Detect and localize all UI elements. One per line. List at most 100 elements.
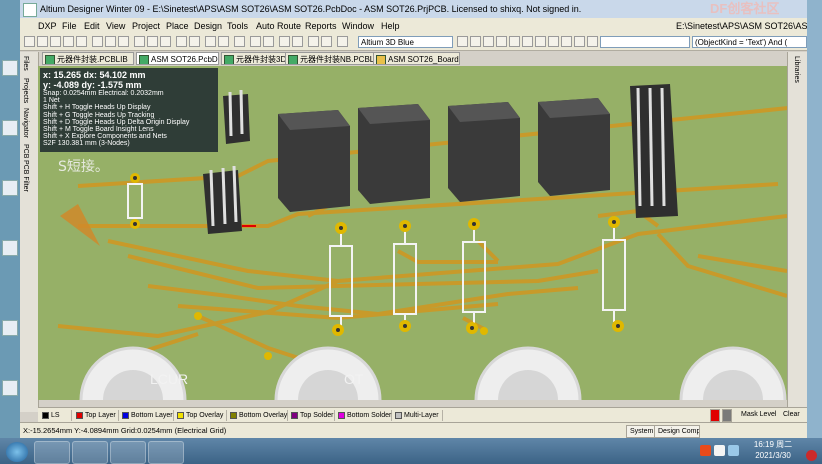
new-icon[interactable] <box>24 36 35 47</box>
via-icon[interactable] <box>483 36 494 47</box>
save-icon[interactable] <box>50 36 61 47</box>
network-icon[interactable] <box>728 445 739 456</box>
layer-tab-top-overlay[interactable]: Top Overlay <box>175 410 227 421</box>
menu-view[interactable]: View <box>106 18 125 34</box>
hud-net: 1 Net <box>43 97 60 105</box>
desktop-icon[interactable] <box>2 380 18 396</box>
layer-swatch <box>291 412 298 419</box>
preview-icon[interactable] <box>76 36 87 47</box>
tab-pcbdoc[interactable]: ASM SOT26.PcbDoc <box>136 52 219 65</box>
menu-project[interactable]: Project <box>132 18 160 34</box>
desktop-icon[interactable] <box>2 320 18 336</box>
room-icon[interactable] <box>587 36 598 47</box>
select-icon[interactable] <box>176 36 187 47</box>
copy-icon[interactable] <box>147 36 158 47</box>
menu-reports[interactable]: Reports <box>305 18 337 34</box>
clear-icon[interactable] <box>234 36 245 47</box>
hud-shortcut: Shift + X Explore Components and Nets <box>43 133 167 141</box>
cross-select-icon[interactable] <box>218 36 229 47</box>
layer-swatch <box>177 412 184 419</box>
layer-select-icon[interactable] <box>722 409 732 422</box>
layer-tab-ls[interactable]: LS <box>40 410 72 421</box>
taskbar-wechat[interactable] <box>148 441 184 464</box>
redo-icon[interactable] <box>263 36 274 47</box>
menu-design[interactable]: Design <box>194 18 222 34</box>
tab-board-sch[interactable]: ASM SOT26_Board.Sch <box>373 52 460 65</box>
mask-level-button[interactable]: Mask Level <box>738 409 779 420</box>
filter-select[interactable] <box>600 36 690 48</box>
deselect-icon[interactable] <box>189 36 200 47</box>
panel-tab-projects[interactable]: Projects <box>22 78 29 103</box>
panel-tab-pcb[interactable]: PCB <box>22 144 29 158</box>
query-select[interactable]: (ObjectKind = 'Text') And ( <box>692 36 807 48</box>
pcb-3d-canvas[interactable]: LCUR OT S短接。 x: 15.265 dx: 54.102 mm y: … <box>38 66 787 400</box>
panel-tab-libraries[interactable]: Libraries <box>793 56 800 83</box>
layer-swatch <box>230 412 237 419</box>
tab-footprint-lib[interactable]: 元器件封装.PCBLIB <box>42 52 134 65</box>
coordinate-icon[interactable] <box>574 36 585 47</box>
pen-icon[interactable] <box>308 36 319 47</box>
undo-icon[interactable] <box>250 36 261 47</box>
layer-tab-multi-layer[interactable]: Multi-Layer <box>393 410 443 421</box>
menu-window[interactable]: Window <box>342 18 374 34</box>
layer-tab-bottom-overlay[interactable]: Bottom Overlay <box>228 410 288 421</box>
open-icon[interactable] <box>37 36 48 47</box>
panel-tab-navigator[interactable]: Navigator <box>22 108 29 138</box>
design-compiler-button[interactable]: Design Compiler <box>654 425 700 438</box>
menu-file[interactable]: File <box>62 18 77 34</box>
desktop-icon[interactable] <box>2 120 18 136</box>
clear-button[interactable]: Clear <box>780 409 803 420</box>
layer-tab-top-layer[interactable]: Top Layer <box>74 410 119 421</box>
cut-icon[interactable] <box>134 36 145 47</box>
menu-auto-route[interactable]: Auto Route <box>256 18 301 34</box>
move-icon[interactable] <box>205 36 216 47</box>
system-button[interactable]: System <box>626 425 658 438</box>
arc-icon[interactable] <box>470 36 481 47</box>
fill-icon[interactable] <box>509 36 520 47</box>
polygon-icon[interactable] <box>535 36 546 47</box>
pad-icon[interactable] <box>496 36 507 47</box>
browse-icon[interactable] <box>292 36 303 47</box>
component-icon[interactable] <box>548 36 559 47</box>
print-icon[interactable] <box>63 36 74 47</box>
paste-icon[interactable] <box>160 36 171 47</box>
string-icon[interactable] <box>522 36 533 47</box>
help-icon[interactable] <box>337 36 348 47</box>
menu-dxp[interactable]: DXP <box>38 18 57 34</box>
status-coordinates: X:-15.2654mm Y:-4.0894mm Grid:0.0254mm (… <box>23 426 227 435</box>
zoom-fit-icon[interactable] <box>105 36 116 47</box>
tab-footprint-nb-lib[interactable]: 元器件封装NB.PCBLIB <box>285 52 379 65</box>
desktop-icon[interactable] <box>2 240 18 256</box>
title-bar: Altium Designer Winter 09 - E:\Sinetest\… <box>20 0 807 18</box>
dimension-icon[interactable] <box>561 36 572 47</box>
layer-tab-bottom-solder[interactable]: Bottom Solder <box>336 410 392 421</box>
zoom-area-icon[interactable] <box>92 36 103 47</box>
clock[interactable]: 16:19 周二 2021/3/30 <box>744 439 802 463</box>
desktop-icon[interactable] <box>2 60 18 76</box>
desktop-icon[interactable] <box>2 180 18 196</box>
panel-tab-pcb-filter[interactable]: PCB Filter <box>22 160 29 192</box>
menu-edit[interactable]: Edit <box>84 18 100 34</box>
hud-x: x: 15.265 dx: 54.102 mm <box>43 70 146 80</box>
menu-tools[interactable]: Tools <box>227 18 248 34</box>
layer-tab-top-solder[interactable]: Top Solder <box>289 410 335 421</box>
layer-color-icon[interactable] <box>710 409 720 422</box>
taskbar-explorer[interactable] <box>72 441 108 464</box>
panel-tab-files[interactable]: Files <box>22 56 29 71</box>
heads-up-display: x: 15.265 dx: 54.102 mm y: -4.089 dy: -1… <box>40 68 218 152</box>
ime-icon[interactable] <box>700 445 711 456</box>
zoom-select-icon[interactable] <box>118 36 129 47</box>
route-icon[interactable] <box>457 36 468 47</box>
notification-icon[interactable] <box>806 450 817 461</box>
view-mode-select[interactable]: Altium 3D Blue <box>358 36 453 48</box>
filter-icon[interactable] <box>321 36 332 47</box>
start-button[interactable] <box>6 442 28 462</box>
tray-icon[interactable] <box>714 445 725 456</box>
highlight-icon[interactable] <box>279 36 290 47</box>
menu-help[interactable]: Help <box>381 18 400 34</box>
menu-place[interactable]: Place <box>166 18 189 34</box>
pcb-doc-icon <box>139 55 149 64</box>
taskbar-app[interactable] <box>110 441 146 464</box>
taskbar-altium[interactable] <box>34 441 70 464</box>
layer-tab-bottom-layer[interactable]: Bottom Layer <box>120 410 174 421</box>
